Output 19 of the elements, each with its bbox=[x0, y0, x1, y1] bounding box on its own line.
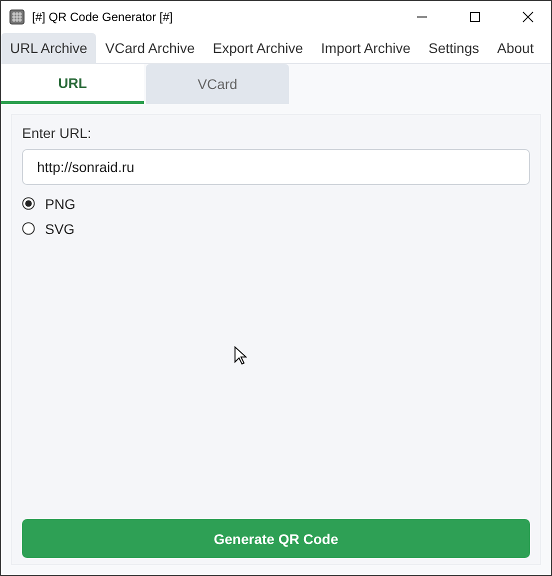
menu-item[interactable]: Import Archive bbox=[312, 33, 420, 63]
field-label: Enter URL: bbox=[22, 125, 92, 141]
close-icon[interactable] bbox=[522, 11, 534, 23]
tab[interactable]: VCard bbox=[146, 64, 289, 104]
grid-icon bbox=[9, 9, 25, 25]
radio-button[interactable] bbox=[22, 197, 35, 210]
menu-item[interactable]: URL Archive bbox=[1, 33, 96, 63]
radio-button[interactable] bbox=[22, 222, 35, 235]
maximize-icon[interactable] bbox=[469, 11, 481, 23]
menu-item[interactable]: VCard Archive bbox=[96, 33, 204, 63]
menu-item[interactable]: About bbox=[488, 33, 543, 63]
radio-label: SVG bbox=[45, 220, 75, 236]
radio-label: PNG bbox=[45, 196, 76, 212]
url-input-field[interactable]: http://sonraid.ru bbox=[22, 149, 530, 185]
cursor-icon bbox=[234, 346, 247, 366]
window-title: [#] QR Code Generator [#] bbox=[32, 10, 173, 24]
menu-item[interactable]: Settings bbox=[420, 33, 488, 63]
tab[interactable]: URL bbox=[1, 64, 144, 104]
menu-item[interactable]: Export Archive bbox=[204, 33, 312, 63]
